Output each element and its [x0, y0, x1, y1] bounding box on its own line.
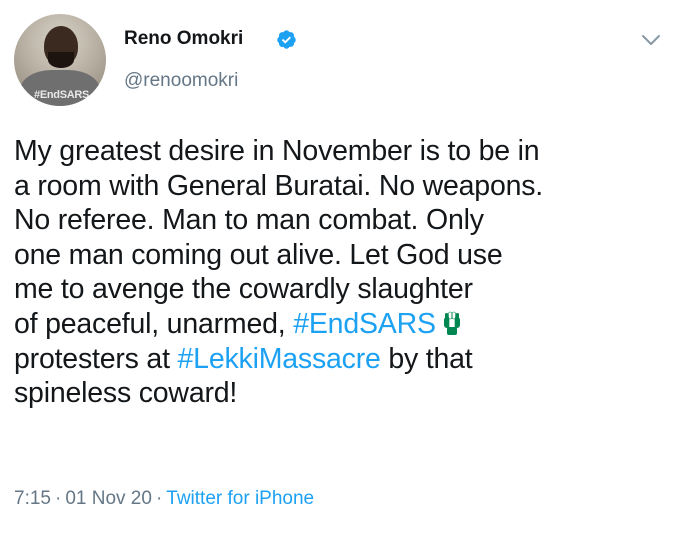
tweet-text-segment: me to avenge the cowardly slaughter [14, 273, 473, 306]
author-handle[interactable]: @renoomokri [124, 70, 238, 92]
tweet-meta: 7:15 · 01 Nov 20 · Twitter for iPhone [14, 488, 314, 510]
hashtag-endsars-link[interactable]: #EndSARS [293, 308, 436, 340]
tweet-text-segment: spineless coward! [14, 377, 238, 410]
verified-badge-icon [277, 30, 296, 49]
tweet-text: My greatest desire in November is to be … [14, 134, 664, 411]
tweet-card: #EndSARS Reno Omokri @renoomokri My grea… [0, 0, 674, 537]
tweet-text-segment: of peaceful, unarmed, [14, 307, 294, 340]
tweet-source-link[interactable]: Twitter for iPhone [166, 488, 314, 509]
tweet-text-segment: No referee. Man to man combat. Only [14, 204, 484, 237]
tweet-line: a room with General Buratai. No weapons. [14, 169, 664, 204]
tweet-line: My greatest desire in November is to be … [14, 134, 664, 169]
chevron-down-icon[interactable] [640, 32, 662, 48]
tweet-date[interactable]: 01 Nov 20 [65, 488, 152, 509]
tweet-time[interactable]: 7:15 [14, 488, 51, 509]
tweet-text-segment: a room with General Buratai. No weapons. [14, 169, 544, 202]
avatar-shirt-text: #EndSARS [34, 89, 90, 101]
tweet-text-segment: by that [380, 342, 473, 375]
raised-fist-icon [443, 311, 460, 335]
tweet-line: one man coming out alive. Let God use [14, 238, 664, 273]
tweet-text-segment: My greatest desire in November is to be … [14, 135, 540, 167]
tweet-line: me to avenge the cowardly slaughter [14, 272, 664, 307]
author-avatar[interactable]: #EndSARS [14, 14, 106, 106]
tweet-line: of peaceful, unarmed, #EndSARS [14, 307, 664, 342]
tweet-text-segment: one man coming out alive. Let God use [14, 238, 503, 271]
tweet-line: No referee. Man to man combat. Only [14, 203, 664, 238]
author-name[interactable]: Reno Omokri [124, 28, 243, 50]
meta-separator: · [155, 488, 163, 509]
tweet-line: spineless coward! [14, 376, 664, 411]
tweet-line: protesters at #LekkiMassacre by that [14, 342, 664, 377]
meta-separator: · [54, 488, 62, 509]
hashtag-lekkimassacre-link[interactable]: #LekkiMassacre [178, 343, 381, 375]
avatar-beard [48, 52, 74, 68]
tweet-text-segment: protesters at [14, 342, 178, 375]
